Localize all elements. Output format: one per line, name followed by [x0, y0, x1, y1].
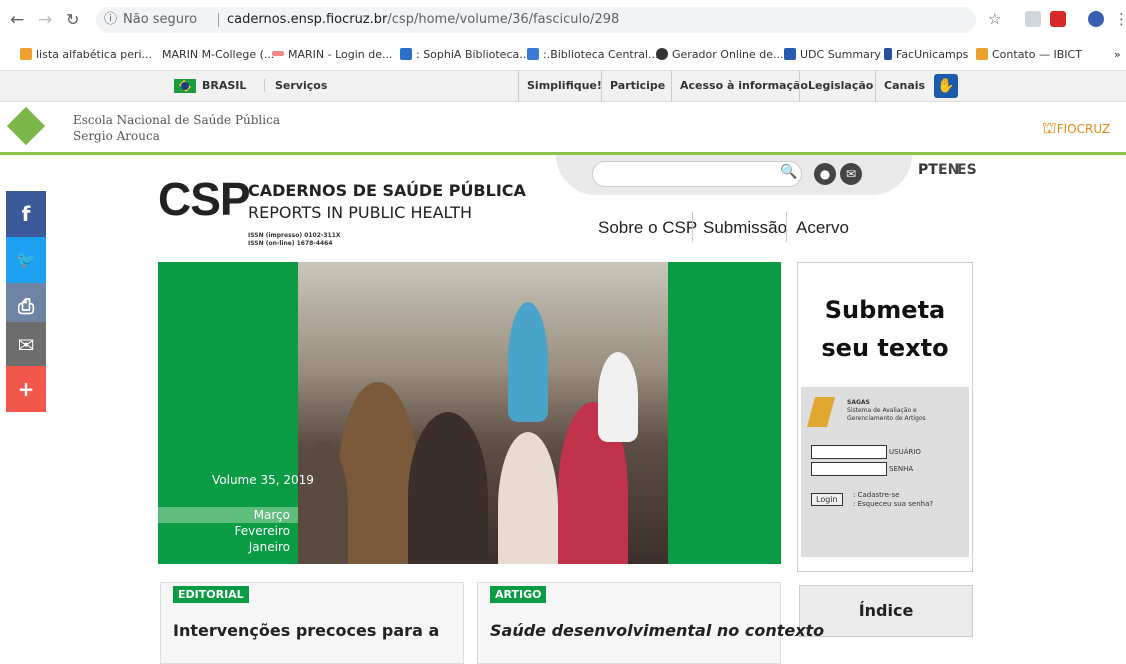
month-fevereiro[interactable]: Fevereiro — [234, 524, 290, 538]
hero-banner: Volume 35, 2019 Março Fevereiro Janeiro — [158, 262, 781, 564]
nav-submissao[interactable]: Submissão — [703, 218, 787, 238]
extension-red-icon[interactable] — [1050, 11, 1066, 27]
sagas-box: SAGAS Sistema de Avaliação e Gerenciamen… — [801, 387, 969, 557]
article-tag: EDITORIAL — [173, 586, 249, 603]
bookmark-item[interactable]: FacUnicamps — [884, 48, 968, 61]
volume-label: Volume 35, 2019 — [212, 473, 314, 487]
bookmarks-bar: lista alfabética peri... MARIN M-College… — [0, 40, 1126, 71]
cover-photo[interactable] — [298, 262, 668, 564]
csp-subtitle: REPORTS IN PUBLIC HEALTH — [248, 203, 473, 222]
nav-acervo[interactable]: Acervo — [796, 218, 849, 238]
lang-es[interactable]: ES — [957, 162, 977, 178]
bookmarks-more[interactable]: » — [1114, 48, 1121, 61]
omnibox-divider — [218, 13, 219, 27]
accessibility-icon[interactable]: ✋ — [934, 74, 958, 98]
bookmark-item[interactable]: Contato — IBICT — [976, 48, 1082, 61]
extension-icon[interactable] — [1025, 11, 1041, 27]
forward-icon[interactable]: → — [38, 10, 52, 30]
bookmark-item[interactable]: MARIN M-College (... — [162, 48, 274, 61]
twitter-icon[interactable]: 🐦 — [6, 237, 46, 283]
csp-logo[interactable]: CSP — [158, 172, 251, 226]
bookmark-item[interactable]: lista alfabética peri... — [20, 48, 152, 61]
issn-info: ISSN (impresso) 0102-311X ISSN (on-line)… — [248, 232, 341, 247]
article-title[interactable]: Saúde desenvolvimental no contexto — [490, 621, 824, 640]
login-button[interactable]: Login — [811, 493, 843, 506]
article-card[interactable]: ARTIGO Saúde desenvolvimental no context… — [477, 582, 824, 664]
username-field[interactable] — [811, 445, 887, 459]
ensp-logo[interactable] — [6, 106, 46, 146]
mail-icon[interactable]: ✉ — [840, 163, 862, 185]
search-input[interactable] — [592, 161, 802, 187]
lang-pt[interactable]: PT — [918, 162, 938, 178]
sagas-description: SAGAS Sistema de Avaliação e Gerenciamen… — [847, 399, 926, 422]
gov-participe-link[interactable]: Participe — [601, 71, 673, 101]
brazil-flag-icon — [174, 79, 196, 93]
bookmark-item[interactable]: MARIN - Login de... — [272, 48, 393, 61]
password-field[interactable] — [811, 462, 887, 476]
gov-brasil-link[interactable]: BRASIL — [202, 79, 246, 92]
bookmark-item[interactable]: Gerador Online de... — [656, 48, 784, 61]
nav-divider — [786, 212, 787, 242]
gov-simplifique-link[interactable]: Simplifique! — [518, 71, 610, 101]
article-title[interactable]: Intervenções precoces para a — [173, 621, 439, 640]
menu-icon[interactable]: ⋮ — [1114, 10, 1126, 28]
month-janeiro[interactable]: Janeiro — [249, 540, 290, 554]
sagas-links: : Cadastre-se : Esqueceu sua senha? — [853, 491, 933, 509]
bookmark-item[interactable]: : SophiA Biblioteca... — [400, 48, 530, 61]
plus-icon[interactable]: + — [6, 366, 46, 412]
submit-panel: Submeta seu texto SAGAS Sistema de Avali… — [797, 262, 973, 572]
article-tag: ARTIGO — [490, 586, 547, 603]
ensp-header: Escola Nacional de Saúde Pública Sergio … — [0, 102, 1126, 152]
gov-acesso-link[interactable]: Acesso à informação — [671, 71, 816, 101]
register-link[interactable]: : Cadastre-se — [853, 491, 933, 500]
username-label: USUÁRIO — [889, 448, 921, 456]
month-marco[interactable]: Março — [254, 508, 290, 522]
nav-sobre[interactable]: Sobre o CSP — [598, 218, 697, 238]
email-icon[interactable]: ✉ — [6, 322, 46, 368]
gov-canais-link[interactable]: Canais — [875, 71, 933, 101]
submit-title: Submeta seu texto — [821, 296, 949, 362]
article-card[interactable]: EDITORIAL Intervenções precoces para a — [160, 582, 464, 664]
search-icon[interactable]: 🔍 — [780, 164, 797, 180]
csp-title: CADERNOS DE SAÚDE PÚBLICA — [248, 181, 526, 200]
user-icon[interactable]: ● — [814, 163, 836, 185]
back-icon[interactable]: ← — [10, 10, 24, 30]
sagas-logo-icon — [806, 397, 836, 427]
gov-servicos-link[interactable]: Serviços — [264, 79, 327, 92]
profile-icon[interactable] — [1088, 11, 1104, 27]
fiocruz-logo[interactable]: ⛫FIOCRUZ — [1042, 118, 1110, 139]
star-icon[interactable]: ☆ — [988, 10, 1001, 28]
password-label: SENHA — [889, 465, 914, 473]
forgot-password-link[interactable]: : Esqueceu sua senha? — [853, 500, 933, 509]
reload-icon[interactable]: ↻ — [66, 10, 79, 29]
security-label: Não seguro — [123, 12, 198, 27]
browser-toolbar: ← → ↻ ⓘ Não seguro cadernos.ensp.fiocruz… — [0, 0, 1126, 40]
bookmark-item[interactable]: UDC Summary — [784, 48, 881, 61]
gov-bar: BRASIL Serviços Simplifique! Participe A… — [0, 71, 1126, 102]
bookmark-item[interactable]: :.Biblioteca Central... — [527, 48, 659, 61]
indice-button[interactable]: Índice — [799, 585, 973, 637]
url-text[interactable]: cadernos.ensp.fiocruz.br/csp/home/volume… — [227, 7, 619, 33]
ensp-name[interactable]: Escola Nacional de Saúde Pública Sergio … — [73, 112, 280, 144]
nav-divider — [692, 212, 693, 242]
info-icon[interactable]: ⓘ — [104, 7, 117, 33]
address-bar[interactable]: ⓘ Não seguro cadernos.ensp.fiocruz.br/cs… — [96, 7, 976, 33]
gov-legislacao-link[interactable]: Legislação — [799, 71, 881, 101]
facebook-icon[interactable]: f — [6, 191, 46, 237]
